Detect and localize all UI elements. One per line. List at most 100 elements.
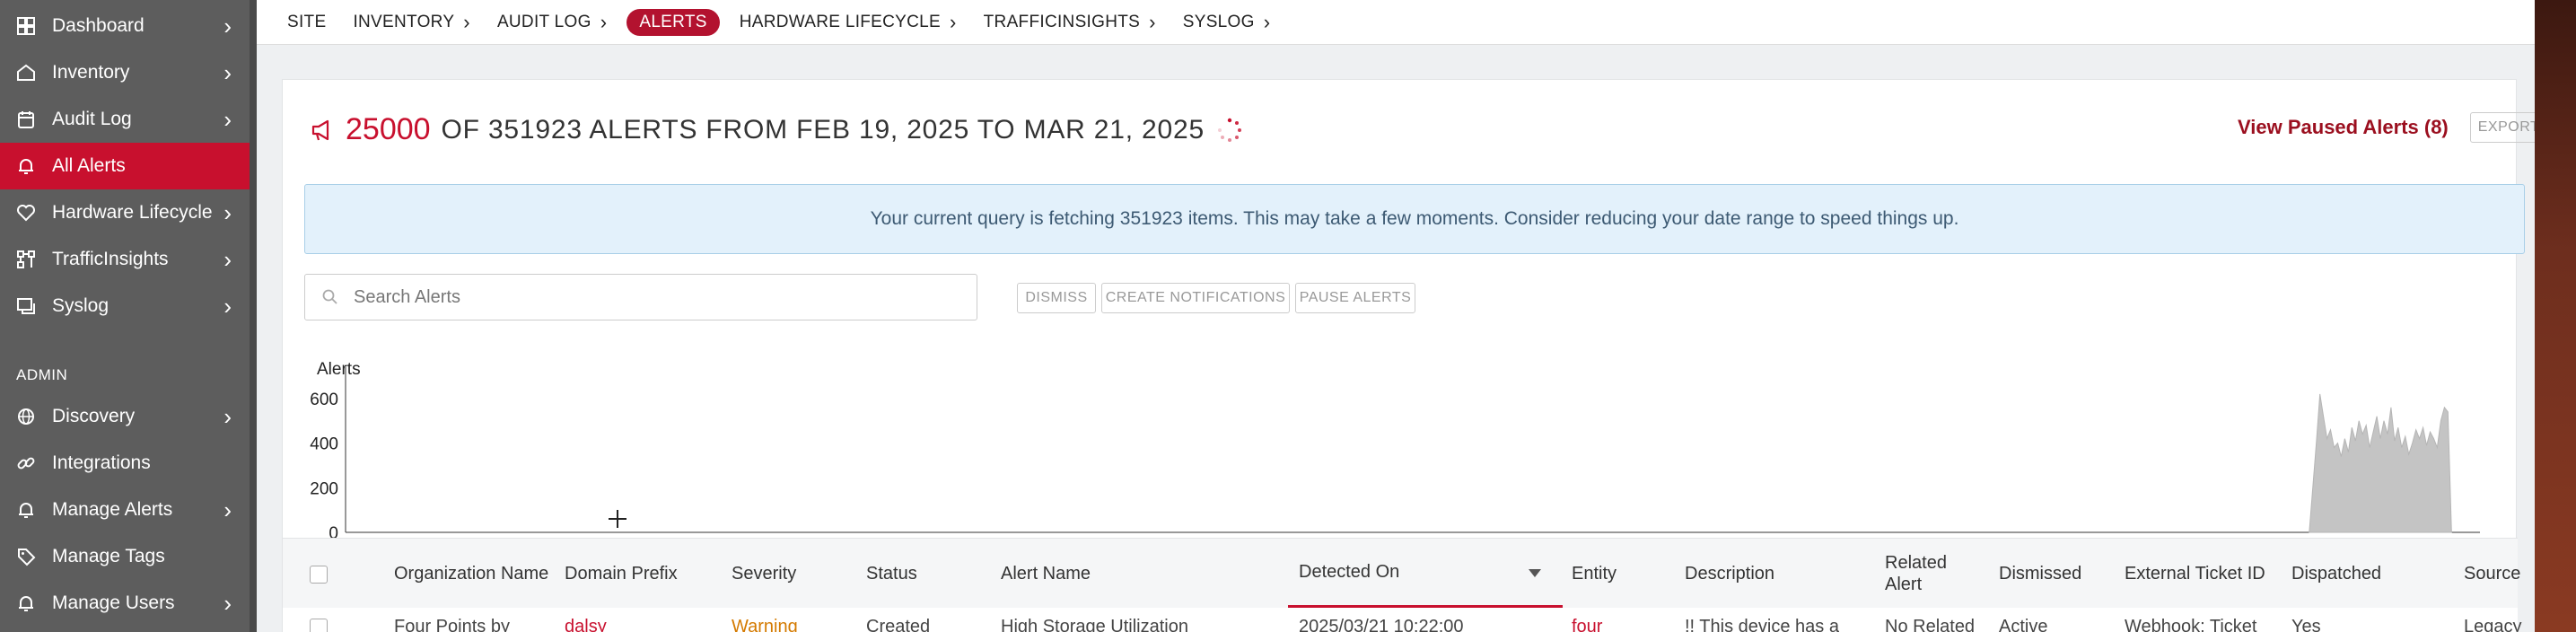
table-cell: Created [866,617,931,632]
info-banner: Your current query is fetching 351923 it… [304,184,2525,254]
tab-label: SYSLOG [1182,12,1255,31]
chevron-right-icon: › [463,10,470,33]
chevron-right-icon: › [223,199,232,226]
sidebar-item-integrations[interactable]: Integrations [0,440,250,487]
tab-alerts[interactable]: ALERTS [626,8,720,36]
table-row[interactable]: Four Points by dalsy Warning Created Hig… [283,608,2522,632]
sidebar-item-dashboard[interactable]: Dashboard › [0,3,250,49]
pause-alerts-button[interactable]: PAUSE ALERTS [1295,283,1415,313]
sidebar-item-trafficinsights[interactable]: TrafficInsights › [0,236,250,283]
tab-label: SITE [287,12,327,31]
search-input[interactable] [354,286,937,308]
column-header[interactable]: Dismissed [1999,539,2107,609]
alert-count: 25000 [346,112,431,146]
column-header[interactable]: Description [1685,539,1873,609]
chevron-right-icon: › [223,246,232,273]
sidebar-item-manage-alerts[interactable]: Manage Alerts › [0,487,250,533]
sidebar-item-label: All Alerts [52,155,126,176]
select-all-checkbox[interactable] [310,566,328,584]
y-tick-label: 400 [310,435,338,454]
traffic-icon [16,250,36,269]
alerts-header: 25000 OF 351923 ALERTS FROM FEB 19, 2025… [310,112,1244,147]
column-header[interactable]: Dispatched [2291,539,2435,609]
tab-label: HARDWARE LIFECYCLE [739,12,942,31]
tab-syslog[interactable]: SYSLOG › [1183,11,1271,34]
sidebar-item-label: Manage Users [52,592,175,613]
table-cell[interactable]: four [1572,617,1602,632]
table-cell: Four Points by [394,617,510,632]
column-header[interactable]: Status [866,539,992,609]
sidebar: Dashboard › Inventory › Audit Log › All … [0,0,257,632]
alerts-chart: Alerts0200400600Feb 23, 12:00 amMar 2, 1… [283,340,2518,547]
table-cell: !! This device has a [1685,617,1839,632]
column-header[interactable]: Severity [732,539,857,609]
sidebar-item-label: Inventory [52,62,130,83]
sidebar-item-inventory[interactable]: Inventory › [0,49,250,96]
sort-desc-icon [1529,569,1541,577]
table-cell: Legacy [2464,617,2522,632]
column-header[interactable]: Source [2464,539,2536,609]
dashboard-icon [16,16,36,36]
column-header[interactable]: Related Alert [1885,539,1975,609]
search-field[interactable] [304,274,977,320]
column-header[interactable]: Entity [1572,539,1679,609]
tab-hardware-lifecycle[interactable]: HARDWARE LIFECYCLE › [740,11,957,34]
alerts-card: 25000 OF 351923 ALERTS FROM FEB 19, 2025… [282,79,2547,632]
column-header-label: Detected On [1299,562,1400,582]
chevron-right-icon: › [223,496,232,523]
alerts-area-series [2309,393,2452,533]
sidebar-item-label: Manage Tags [52,546,165,566]
audit-log-icon [16,110,36,129]
chevron-right-icon: › [1263,10,1271,33]
sidebar-edge [250,0,257,632]
sidebar-item-label: Audit Log [52,109,132,129]
admin-section-label: ADMIN [16,366,68,383]
chevron-right-icon: › [223,106,232,133]
column-header-sorted[interactable]: Detected On [1288,539,1563,609]
syslog-icon [16,296,36,316]
create-notifications-button[interactable]: CREATE NOTIFICATIONS [1101,283,1290,313]
alerts-icon [16,500,36,520]
sidebar-item-label: TrafficInsights [52,249,169,269]
tab-label: AUDIT LOG [496,12,591,31]
sidebar-item-manage-tags[interactable]: Manage Tags [0,533,250,580]
chart-title: Alerts [317,360,361,379]
column-header[interactable]: External Ticket ID [2125,539,2268,609]
tab-site[interactable]: SITE [287,13,326,32]
sidebar-item-hardware-lifecycle[interactable]: Hardware Lifecycle › [0,189,250,236]
sidebar-item-manage-users[interactable]: Manage Users › [0,580,250,627]
column-header[interactable]: Alert Name [1001,539,1261,609]
column-header[interactable]: Domain Prefix [565,539,717,609]
link-icon [16,453,36,473]
table-cell[interactable]: dalsy [565,617,607,632]
sidebar-item-audit-log[interactable]: Audit Log › [0,96,250,143]
table-cell: Webhook: Ticket [2125,617,2257,632]
column-header[interactable]: Organization Name [394,539,556,609]
row-checkbox[interactable] [310,619,328,632]
tab-label: TRAFFICINSIGHTS [983,12,1141,31]
alerts-icon [16,156,36,176]
sidebar-item-label: Discovery [52,406,136,426]
tab-audit-log[interactable]: AUDIT LOG › [497,11,607,34]
inventory-icon [16,63,36,83]
tab-label: ALERTS [639,12,707,31]
chevron-right-icon: › [223,403,232,430]
sidebar-item-label: Manage Alerts [52,499,173,520]
y-tick-label: 600 [310,391,338,409]
chevron-right-icon: › [223,59,232,86]
users-icon [16,593,36,613]
sidebar-item-syslog[interactable]: Syslog › [0,283,250,329]
table-cell: Active [1999,617,2048,632]
sidebar-item-all-alerts[interactable]: All Alerts [0,143,250,189]
megaphone-icon [311,119,329,140]
globe-icon [16,407,36,426]
alerts-summary: OF 351923 ALERTS FROM FEB 19, 2025 TO MA… [441,114,1205,145]
dismiss-button[interactable]: DISMISS [1017,283,1096,313]
sidebar-item-discovery[interactable]: Discovery › [0,393,250,440]
tab-trafficinsights[interactable]: TRAFFICINSIGHTS › [984,11,1156,34]
tab-inventory[interactable]: INVENTORY › [353,11,470,34]
table-cell: High Storage Utilization [1001,617,1188,632]
view-paused-alerts-link[interactable]: View Paused Alerts (8) [2238,116,2449,139]
loading-spinner-icon [1217,118,1241,142]
table-cell: Yes [2291,617,2321,632]
